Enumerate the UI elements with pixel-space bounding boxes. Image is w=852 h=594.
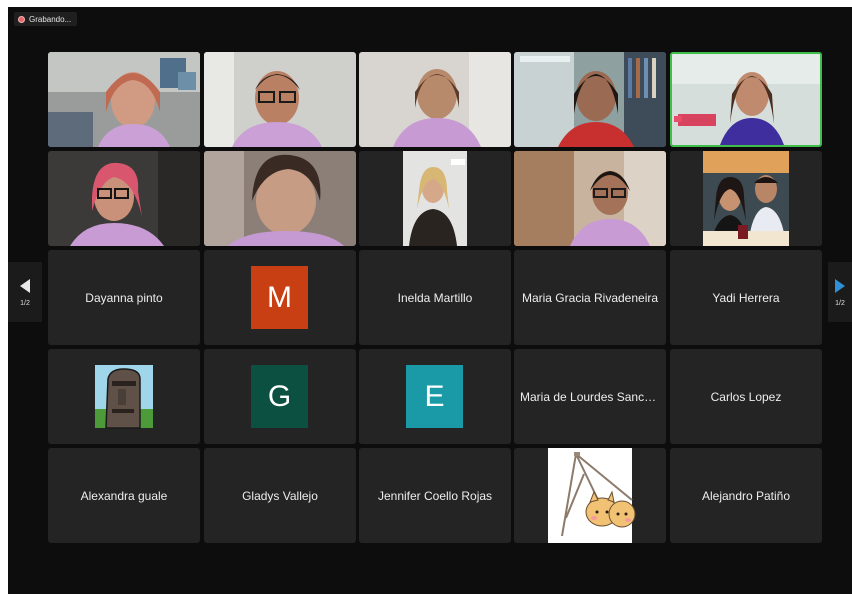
participant-tile[interactable]: Maria Gracia Rivadeneira bbox=[514, 250, 666, 345]
participant-tile[interactable]: M bbox=[204, 250, 356, 345]
participant-video bbox=[359, 151, 511, 246]
recording-indicator[interactable]: Grabando... bbox=[14, 12, 78, 26]
video-tile-8[interactable] bbox=[359, 151, 511, 246]
participant-name: Alejandro Patiño bbox=[701, 488, 791, 503]
participant-name: Yadi Herrera bbox=[712, 290, 780, 305]
participant-name: Maria de Lourdes Sanchez bbox=[520, 389, 664, 404]
participant-tile[interactable] bbox=[514, 448, 666, 543]
avatar-letter: G bbox=[251, 365, 308, 428]
participant-tile[interactable]: Yadi Herrera bbox=[670, 250, 822, 345]
participant-name: Carlos Lopez bbox=[710, 389, 782, 404]
video-tile-9[interactable] bbox=[514, 151, 666, 246]
previous-page-button[interactable]: 1/2 bbox=[8, 262, 42, 322]
participant-video bbox=[359, 52, 511, 147]
participant-video bbox=[48, 151, 200, 246]
participant-video bbox=[514, 52, 666, 147]
cat-sticker-icon bbox=[548, 448, 636, 543]
participant-tile[interactable]: E bbox=[359, 349, 511, 444]
page-indicator: 1/2 bbox=[20, 299, 30, 307]
participant-tile[interactable]: Inelda Martillo bbox=[359, 250, 511, 345]
video-tile-6[interactable] bbox=[48, 151, 200, 246]
participant-tile[interactable]: Carlos Lopez bbox=[670, 349, 822, 444]
participant-name: Maria Gracia Rivadeneira bbox=[521, 290, 659, 305]
recording-label: Grabando... bbox=[29, 14, 72, 24]
video-tile-5-active-speaker[interactable] bbox=[670, 52, 822, 147]
participant-tile[interactable]: Maria de Lourdes Sanchez bbox=[514, 349, 666, 444]
record-icon bbox=[18, 15, 25, 23]
chevron-right-icon bbox=[835, 278, 845, 293]
video-tile-10[interactable] bbox=[670, 151, 822, 246]
participant-name: Jennifer Coello Rojas bbox=[377, 488, 493, 503]
video-tile-4[interactable] bbox=[514, 52, 666, 147]
video-tile-1[interactable] bbox=[48, 52, 200, 147]
participant-video bbox=[204, 52, 356, 147]
participant-tile[interactable]: Gladys Vallejo bbox=[204, 448, 356, 543]
participant-video bbox=[48, 52, 200, 147]
video-tile-3[interactable] bbox=[359, 52, 511, 147]
video-tile-2[interactable] bbox=[204, 52, 356, 147]
avatar-letter: E bbox=[406, 365, 463, 428]
participant-tile[interactable]: Dayanna pinto bbox=[48, 250, 200, 345]
meeting-window: Grabando... Dayanna pinto M Inelda Marti… bbox=[8, 7, 852, 594]
participant-name: Gladys Vallejo bbox=[242, 488, 318, 503]
participant-video bbox=[204, 151, 356, 246]
participant-video bbox=[514, 151, 666, 246]
participant-tile[interactable] bbox=[48, 349, 200, 444]
chevron-left-icon bbox=[20, 278, 30, 293]
participant-tile[interactable]: Jennifer Coello Rojas bbox=[359, 448, 511, 543]
participant-video bbox=[672, 54, 820, 145]
next-page-button[interactable]: 1/2 bbox=[828, 262, 852, 322]
participant-name: Dayanna pinto bbox=[85, 290, 163, 305]
participant-tile[interactable]: G bbox=[204, 349, 356, 444]
participant-video bbox=[670, 151, 822, 246]
page-indicator: 1/2 bbox=[835, 299, 845, 307]
avatar-letter: M bbox=[251, 266, 308, 329]
participant-tile[interactable]: Alejandro Patiño bbox=[670, 448, 822, 543]
participant-tile[interactable]: Alexandra guale bbox=[48, 448, 200, 543]
moai-avatar-icon bbox=[95, 365, 153, 429]
video-tile-7[interactable] bbox=[204, 151, 356, 246]
participant-name: Alexandra guale bbox=[80, 488, 168, 503]
participant-name: Inelda Martillo bbox=[397, 290, 473, 305]
